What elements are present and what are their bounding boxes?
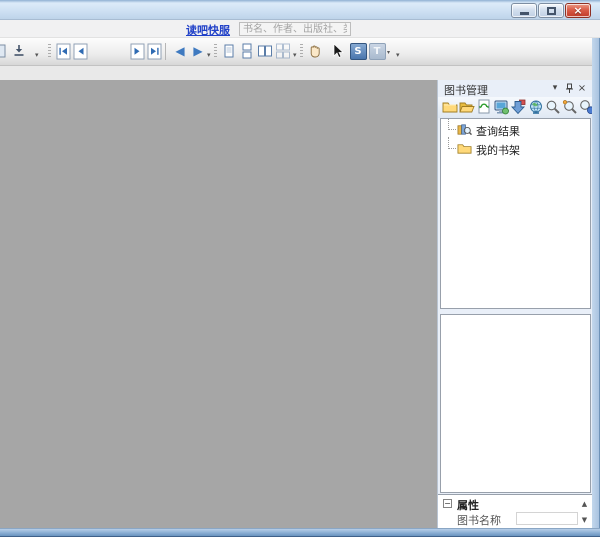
tree-item-label: 我的书架 [476, 142, 520, 158]
properties-pane: − 属性 图书名称 ▲ ▼ [438, 494, 593, 528]
tree-item-query-results[interactable]: 查询结果 [441, 122, 590, 138]
maximize-button[interactable] [538, 3, 564, 18]
toolbar-grip[interactable] [300, 44, 303, 59]
book-management-panel: 图书管理 ▾ × [437, 80, 592, 528]
download-book-button[interactable] [510, 99, 526, 115]
scroll-up-icon[interactable]: ▲ [579, 498, 590, 509]
back-arrow-icon: ◀ [175, 45, 184, 57]
refresh-page-button[interactable] [476, 99, 492, 115]
search-button[interactable] [545, 99, 561, 115]
tree-item-my-bookshelf[interactable]: 我的书架 [441, 141, 590, 157]
online-bookstore-button[interactable] [528, 99, 544, 115]
continuous-view-icon [239, 43, 255, 59]
search-local-icon [562, 99, 578, 115]
snapshot-tool-button[interactable]: S [348, 41, 368, 61]
search-local-button[interactable] [562, 99, 578, 115]
cursor-arrow-icon [329, 43, 345, 59]
clipped-tool-button[interactable] [0, 41, 9, 61]
panel-header: 图书管理 ▾ × [438, 80, 593, 97]
hand-pan-tool-button[interactable] [305, 41, 325, 61]
facing-pages-view-icon [257, 43, 273, 59]
search-icon [545, 99, 561, 115]
go-back-button[interactable]: ◀ [170, 41, 190, 61]
text-select-tool-icon: T [369, 43, 386, 60]
tree-item-label: 查询结果 [476, 123, 520, 139]
text-tool-dropdown-icon[interactable]: ▾ [387, 49, 390, 56]
previous-page-button[interactable] [70, 41, 90, 61]
toolbar-overflow-icon[interactable]: ▾ [35, 52, 39, 59]
maximize-icon [547, 7, 556, 15]
book-list-pane[interactable] [440, 314, 591, 493]
property-label-book-name: 图书名称 [457, 512, 501, 528]
download-arrow-icon [510, 99, 526, 115]
toolbar-overflow-icon[interactable]: ▾ [207, 52, 211, 59]
open-file-icon [442, 99, 458, 115]
refresh-page-icon [476, 99, 492, 115]
title-bar: × [0, 0, 600, 20]
toolbar-grip[interactable] [48, 44, 51, 59]
window-border-bottom [0, 528, 600, 537]
dock-down-icon [11, 43, 27, 59]
continuous-view-button[interactable] [237, 41, 257, 61]
property-value-book-name[interactable] [516, 512, 578, 525]
properties-title: 属性 [457, 497, 479, 513]
minimize-button[interactable] [511, 3, 537, 18]
tree-line [448, 137, 456, 149]
forward-arrow-icon: ▶ [193, 45, 202, 57]
text-select-tool-button[interactable]: T [367, 41, 387, 61]
computer-icon [493, 99, 509, 115]
toolbar-overflow-icon[interactable]: ▾ [293, 52, 297, 59]
quick-service-link[interactable]: 读吧快服 [186, 22, 230, 38]
panel-pin-button[interactable] [563, 82, 575, 94]
snapshot-tool-icon: S [350, 43, 367, 60]
toolbar-separator [165, 43, 166, 60]
window-border-right [592, 38, 600, 528]
open-file-button[interactable] [442, 99, 458, 115]
previous-page-icon [73, 43, 88, 60]
document-area[interactable] [0, 80, 437, 528]
close-icon: × [573, 5, 582, 16]
panel-title: 图书管理 [444, 82, 488, 98]
panel-menu-button[interactable]: ▾ [549, 82, 561, 94]
panel-toolbar [438, 97, 593, 118]
bookshelf-folder-icon [457, 141, 472, 156]
close-button[interactable]: × [565, 3, 591, 18]
pin-icon [565, 83, 574, 94]
computer-import-button[interactable] [493, 99, 509, 115]
quick-service-bar: 读吧快服 [0, 20, 600, 38]
last-page-icon [147, 43, 162, 60]
panel-close-button[interactable]: × [576, 82, 588, 94]
facing-pages-view-button[interactable] [255, 41, 275, 61]
library-tree: 查询结果 我的书架 [440, 118, 591, 309]
hand-icon [307, 43, 323, 59]
open-folder-button[interactable] [459, 99, 475, 115]
generic-tool-icon [0, 43, 7, 59]
toolbar-overflow-icon[interactable]: ▾ [396, 52, 400, 59]
next-page-icon [130, 43, 145, 60]
query-results-icon [457, 122, 472, 137]
minimize-icon [520, 12, 529, 15]
single-page-view-icon [221, 43, 237, 59]
open-folder-icon [459, 99, 475, 115]
toolbar-substrip [0, 66, 600, 80]
collapse-properties-button[interactable]: − [443, 499, 452, 508]
select-cursor-tool-button[interactable] [327, 41, 347, 61]
book-search-input[interactable] [239, 22, 351, 36]
tree-line [448, 118, 456, 130]
dock-down-button[interactable] [9, 41, 29, 61]
continuous-facing-view-icon [275, 43, 291, 59]
main-toolbar: ▾ ◀ ▶ ▾ [0, 38, 600, 66]
go-forward-button[interactable]: ▶ [188, 41, 208, 61]
toolbar-grip[interactable] [214, 44, 217, 59]
last-page-button[interactable] [144, 41, 164, 61]
globe-icon [528, 99, 544, 115]
single-page-view-button[interactable] [219, 41, 239, 61]
scroll-down-icon[interactable]: ▼ [579, 514, 590, 525]
continuous-facing-view-button[interactable] [273, 41, 293, 61]
first-page-icon [56, 43, 71, 60]
